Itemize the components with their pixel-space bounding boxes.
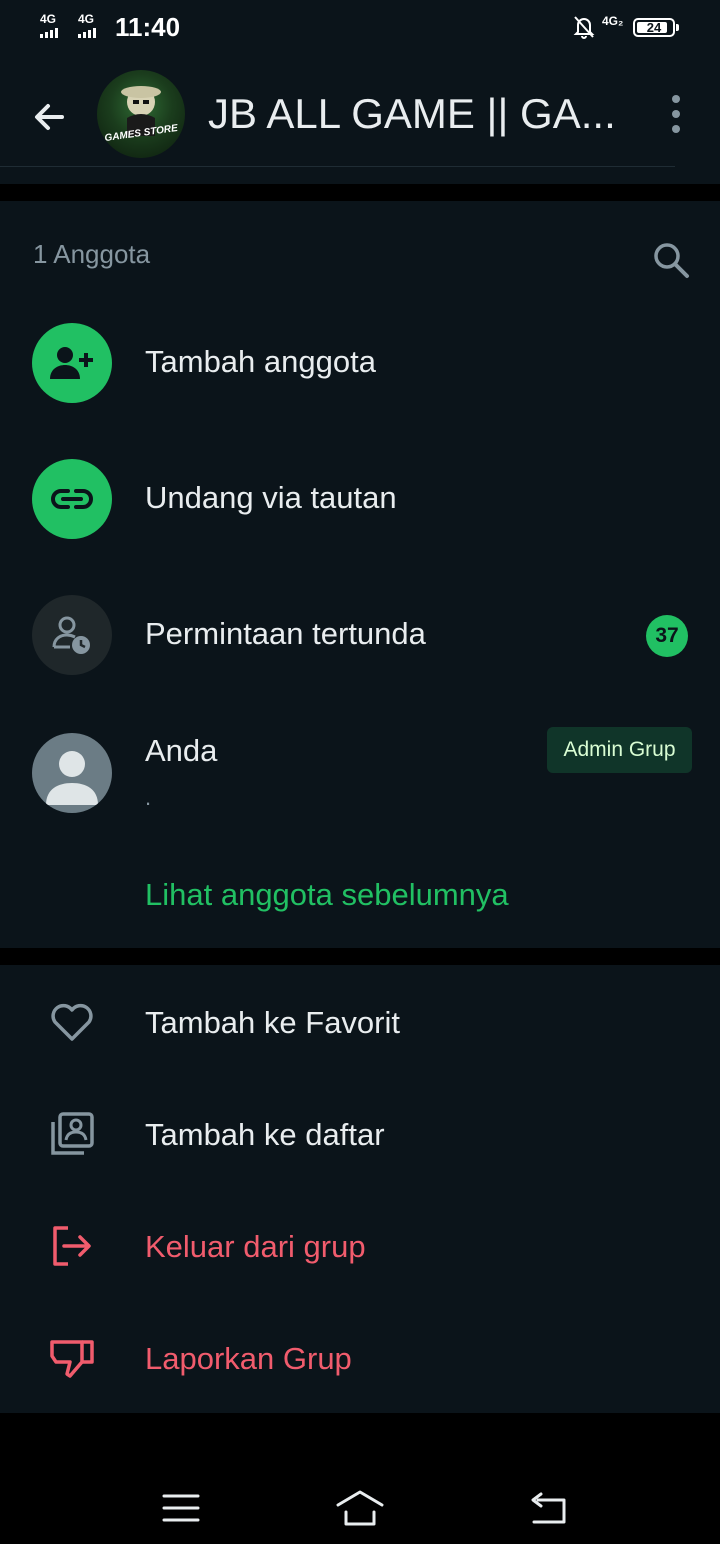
pending-requests-row[interactable]: Permintaan tertunda 37 <box>0 581 720 691</box>
invite-link-label: Undang via tautan <box>145 480 397 515</box>
network-type-1: 4G <box>40 12 57 26</box>
heart-icon <box>51 1003 93 1041</box>
add-member-label: Tambah anggota <box>145 344 376 379</box>
clock: 11:40 <box>115 12 181 42</box>
pending-requests-label: Permintaan tertunda <box>145 616 426 651</box>
status-bar: 4G 4G 11:40 4G₂ 24 <box>0 0 720 56</box>
back-arrow-icon[interactable] <box>26 94 72 140</box>
members-section: 1 Anggota Tambah anggota Undang via taut… <box>0 201 720 948</box>
back-nav-icon[interactable] <box>524 1483 574 1533</box>
add-member-row[interactable]: Tambah anggota <box>0 309 720 419</box>
person-clock-icon <box>32 595 112 675</box>
exit-group-row[interactable]: Keluar dari grup <box>0 1191 720 1301</box>
group-title[interactable]: JB ALL GAME || GA... <box>208 90 618 138</box>
see-previous-members-link[interactable]: Lihat anggota sebelumnya <box>145 877 509 913</box>
member-row[interactable]: Anda . Admin Grup <box>0 721 720 841</box>
system-nav-bar <box>0 1413 720 1544</box>
thumbs-down-icon <box>50 1340 94 1378</box>
add-to-list-row[interactable]: Tambah ke daftar <box>0 1079 720 1189</box>
network-type-right: 4G₂ <box>602 14 624 28</box>
list-icon <box>51 1112 94 1155</box>
add-person-icon <box>32 323 112 403</box>
group-avatar-art: GAMES STORE <box>104 86 179 144</box>
more-vert-icon[interactable] <box>664 92 688 136</box>
add-to-favorites-label: Tambah ke Favorit <box>145 1005 400 1040</box>
network-type-2: 4G <box>78 12 95 26</box>
add-to-list-label: Tambah ke daftar <box>145 1117 385 1152</box>
signal-icon <box>78 28 96 38</box>
actions-section: Tambah ke Favorit Tambah ke daftar Kelua… <box>0 965 720 1413</box>
group-header: GAMES STORE JB ALL GAME || GA... <box>0 56 720 184</box>
invite-link-row[interactable]: Undang via tautan <box>0 445 720 555</box>
battery-level: 24 <box>646 20 662 35</box>
report-group-label: Laporkan Grup <box>145 1341 352 1376</box>
admin-badge: Admin Grup <box>547 727 692 773</box>
exit-icon <box>53 1226 91 1266</box>
search-icon[interactable] <box>650 239 692 281</box>
member-status: . <box>145 785 152 810</box>
add-to-favorites-row[interactable]: Tambah ke Favorit <box>0 967 720 1077</box>
signal-icon <box>40 28 58 38</box>
home-icon[interactable] <box>335 1483 385 1533</box>
member-name: Anda <box>145 733 218 768</box>
group-avatar[interactable]: GAMES STORE <box>97 70 185 158</box>
user-avatar-icon <box>32 733 112 813</box>
report-group-row[interactable]: Laporkan Grup <box>0 1303 720 1413</box>
pending-count-badge: 37 <box>646 615 688 657</box>
member-count: 1 Anggota <box>33 239 151 269</box>
recent-apps-icon[interactable] <box>156 1483 206 1533</box>
battery-icon: 24 <box>633 18 679 37</box>
exit-group-label: Keluar dari grup <box>145 1229 366 1264</box>
bell-off-icon <box>573 16 595 39</box>
link-icon <box>32 459 112 539</box>
header-divider <box>0 166 675 167</box>
